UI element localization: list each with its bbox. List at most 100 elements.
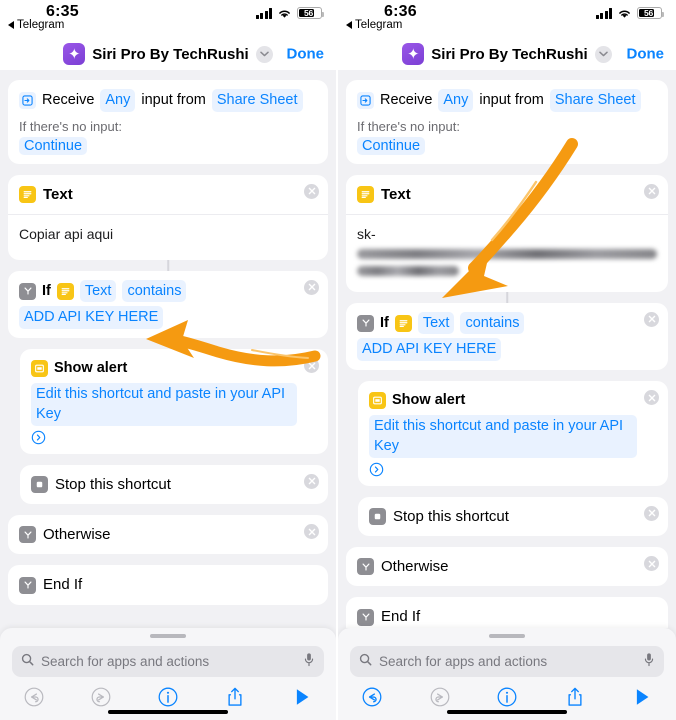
no-input-value-chip[interactable]: Continue	[19, 136, 88, 155]
action-card-if[interactable]: If Text contains ADD API KEY HERE	[8, 270, 328, 339]
text-action-body[interactable]: sk-	[346, 213, 668, 292]
no-input-label: If there's no input:	[19, 118, 122, 134]
battery-percent: 56	[303, 7, 314, 18]
action-card-receive-input[interactable]: Receive Any input from Share Sheet If th…	[346, 80, 668, 164]
close-icon[interactable]	[304, 358, 319, 374]
if-operator-chip[interactable]: contains	[460, 311, 525, 335]
chevron-down-icon[interactable]	[255, 45, 273, 63]
shortcut-action-list[interactable]: Receive Any input from Share Sheet If th…	[338, 70, 676, 628]
sheet-grabber[interactable]	[150, 634, 186, 638]
stop-shortcut-icon	[31, 475, 48, 493]
search-input[interactable]: Search for apps and actions	[350, 646, 664, 677]
bottom-sheet[interactable]: Search for apps and actions	[338, 628, 676, 720]
alert-message-chip[interactable]: Edit this shortcut and paste in your API…	[31, 382, 297, 426]
shortcut-title-group[interactable]: ✦ Siri Pro By TechRushi	[63, 43, 273, 65]
action-card-stop-shortcut[interactable]: Stop this shortcut	[358, 496, 668, 537]
action-card-text[interactable]: Text Copiar api aqui	[8, 174, 328, 271]
if-operator-chip[interactable]: contains	[122, 279, 187, 303]
action-card-receive-input[interactable]: Receive Any input from Share Sheet If th…	[8, 80, 328, 164]
close-icon[interactable]	[644, 505, 659, 521]
if-value-chip[interactable]: ADD API KEY HERE	[357, 338, 502, 362]
siri-sparkle-icon: ✦	[63, 43, 86, 65]
close-icon[interactable]	[644, 556, 659, 572]
if-word: If	[42, 282, 51, 299]
action-title: Stop this shortcut	[393, 507, 509, 525]
close-icon[interactable]	[644, 390, 659, 406]
info-button[interactable]	[495, 685, 519, 709]
shortcut-title-group[interactable]: ✦ Siri Pro By TechRushi	[402, 43, 612, 65]
share-button[interactable]	[223, 685, 247, 709]
search-input[interactable]: Search for apps and actions	[12, 646, 324, 677]
play-button[interactable]	[630, 685, 654, 709]
redacted-api-key-line	[357, 248, 657, 259]
cellular-signal-icon	[255, 7, 272, 19]
close-icon[interactable]	[644, 311, 659, 327]
alert-message-chip[interactable]: Edit this shortcut and paste in your API…	[369, 414, 637, 458]
close-icon[interactable]	[304, 279, 319, 295]
redo-button[interactable]	[89, 685, 113, 709]
navigation-bar: ✦ Siri Pro By TechRushi Done	[0, 38, 336, 70]
done-button[interactable]: Done	[287, 46, 325, 63]
action-card-end-if[interactable]: End If	[8, 565, 328, 605]
info-button[interactable]	[156, 685, 180, 709]
action-card-show-alert[interactable]: Show alert Edit this shortcut and paste …	[358, 381, 668, 486]
input-source-chip[interactable]: Share Sheet	[211, 89, 303, 112]
action-title: Text	[381, 185, 411, 203]
wifi-icon	[277, 8, 292, 19]
chevron-down-icon[interactable]	[594, 45, 612, 63]
editor-toolbar[interactable]	[338, 677, 676, 709]
close-icon[interactable]	[304, 473, 319, 489]
sheet-grabber[interactable]	[489, 634, 525, 638]
action-card-end-if[interactable]: End If	[346, 597, 668, 628]
shortcut-action-list[interactable]: Receive Any input from Share Sheet If th…	[0, 70, 336, 628]
if-condition-icon	[19, 282, 36, 300]
status-bar: Telegram 6:35 56	[0, 0, 336, 38]
navigation-bar: ✦ Siri Pro By TechRushi Done	[338, 38, 676, 70]
action-card-otherwise[interactable]: Otherwise	[8, 515, 328, 555]
action-card-text[interactable]: Text sk-	[346, 174, 668, 303]
wifi-icon	[617, 8, 632, 19]
bottom-sheet[interactable]: Search for apps and actions	[0, 628, 336, 720]
battery-icon: 56	[297, 7, 324, 19]
if-condition-icon	[19, 576, 36, 594]
text-action-icon	[394, 314, 412, 332]
if-value-chip[interactable]: ADD API KEY HERE	[19, 306, 164, 330]
action-connector	[506, 291, 508, 303]
input-type-chip[interactable]: Any	[100, 89, 136, 112]
close-icon[interactable]	[304, 183, 319, 199]
microphone-icon[interactable]	[643, 652, 655, 672]
status-bar: Telegram 6:36 56	[338, 0, 676, 38]
home-indicator	[447, 709, 567, 714]
text-action-body[interactable]: Copiar api aqui	[8, 213, 328, 260]
editor-toolbar[interactable]	[0, 677, 336, 709]
show-alert-icon	[369, 391, 386, 409]
action-card-stop-shortcut[interactable]: Stop this shortcut	[20, 464, 328, 505]
redo-button[interactable]	[428, 685, 452, 709]
undo-button[interactable]	[22, 685, 46, 709]
back-triangle-icon	[8, 21, 14, 29]
input-from-words: input from	[141, 92, 206, 108]
search-icon	[359, 653, 372, 671]
input-source-chip[interactable]: Share Sheet	[549, 89, 641, 112]
share-button[interactable]	[563, 685, 587, 709]
close-icon[interactable]	[304, 524, 319, 540]
action-card-otherwise[interactable]: Otherwise	[346, 547, 668, 587]
undo-button[interactable]	[360, 685, 384, 709]
no-input-value-chip[interactable]: Continue	[357, 136, 426, 155]
if-variable-chip[interactable]: Text	[417, 311, 455, 335]
page-title: Siri Pro By TechRushi	[92, 45, 249, 63]
action-title: End If	[381, 608, 421, 626]
play-button[interactable]	[290, 685, 314, 709]
done-button[interactable]: Done	[627, 46, 665, 63]
battery-percent: 56	[643, 7, 654, 18]
input-type-chip[interactable]: Any	[438, 89, 474, 112]
action-card-if[interactable]: If Text contains ADD API KEY HERE	[346, 302, 668, 371]
close-icon[interactable]	[644, 183, 659, 199]
chevron-right-circle-icon[interactable]	[31, 430, 46, 445]
action-title: Otherwise	[43, 526, 111, 544]
phone-screen-right: Telegram 6:36 56 ✦ Siri Pro By TechRushi	[338, 0, 676, 720]
microphone-icon[interactable]	[303, 652, 315, 672]
chevron-right-circle-icon[interactable]	[369, 462, 384, 477]
action-card-show-alert[interactable]: Show alert Edit this shortcut and paste …	[20, 349, 328, 454]
if-variable-chip[interactable]: Text	[79, 279, 117, 303]
